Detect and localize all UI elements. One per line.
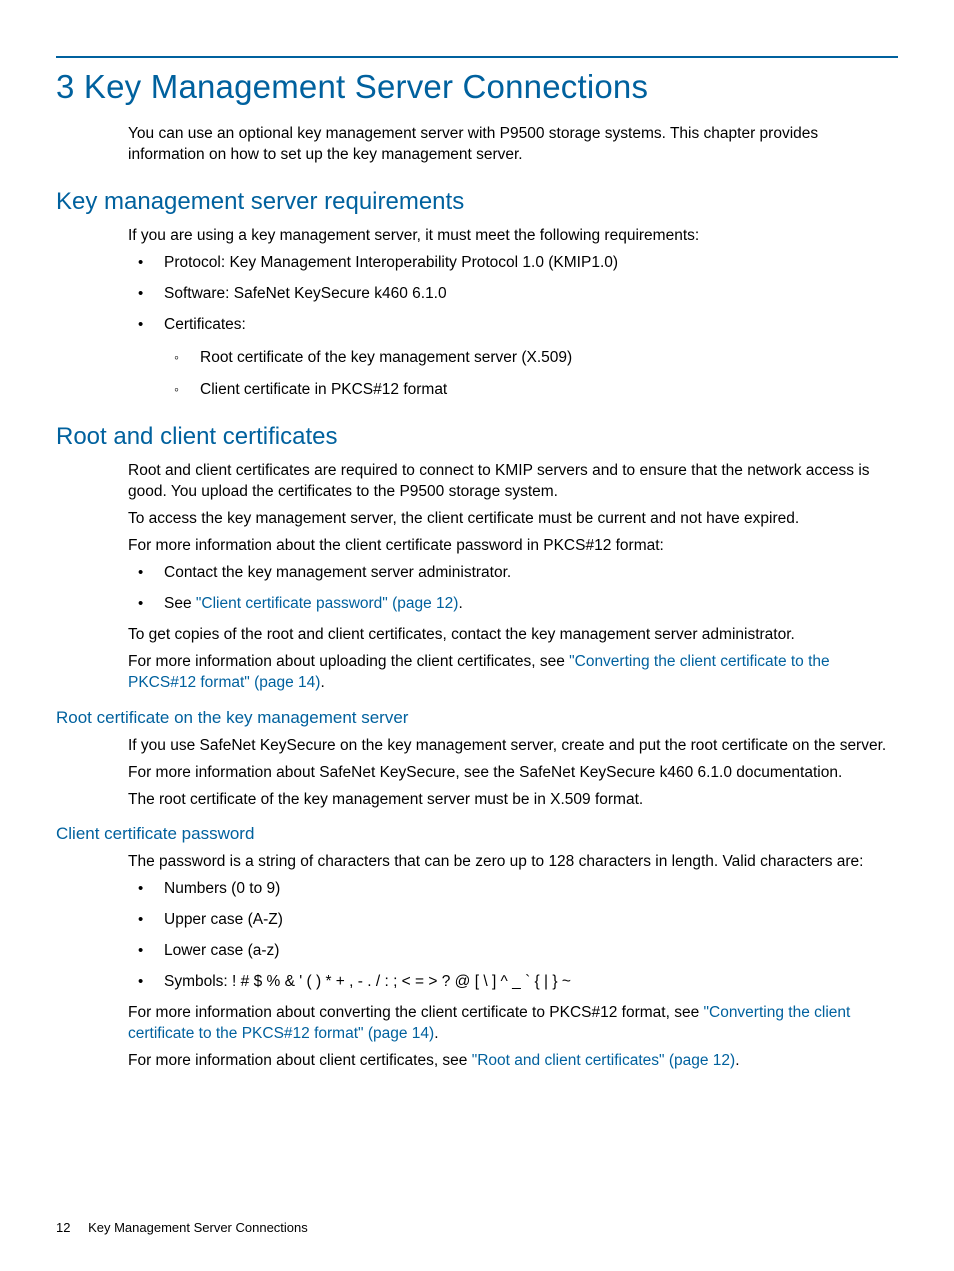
paragraph: The root certificate of the key manageme…	[128, 790, 894, 811]
list-item: Software: SafeNet KeySecure k460 6.1.0	[128, 284, 898, 305]
paragraph-text: For more information about converting th…	[128, 1004, 704, 1021]
list-item: Lower case (a-z)	[128, 941, 898, 962]
list-item-text: See	[164, 595, 196, 612]
list-item: Upper case (A-Z)	[128, 910, 898, 931]
list-item: Client certificate in PKCS#12 format	[164, 380, 898, 401]
paragraph: For more information about client certif…	[128, 1051, 894, 1072]
list-item-text: Certificates:	[164, 316, 246, 333]
page-footer: 12 Key Management Server Connections	[56, 1220, 308, 1235]
list-item: Symbols: ! # $ % & ' ( ) * + , - . / : ;…	[128, 972, 898, 993]
paragraph: For more information about converting th…	[128, 1003, 894, 1045]
list-item: See "Client certificate password" (page …	[128, 594, 898, 615]
list-item: Numbers (0 to 9)	[128, 879, 898, 900]
requirements-intro: If you are using a key management server…	[128, 226, 894, 247]
section-root-client-heading: Root and client certificates	[56, 423, 898, 451]
intro-paragraph: You can use an optional key management s…	[128, 124, 894, 166]
top-rule	[56, 56, 898, 58]
paragraph-text: For more information about uploading the…	[128, 653, 569, 670]
link-client-cert-password[interactable]: "Client certificate password" (page 12)	[196, 595, 459, 612]
paragraph: If you use SafeNet KeySecure on the key …	[128, 736, 894, 757]
list-item: Root certificate of the key management s…	[164, 348, 898, 369]
list-item: Certificates: Root certificate of the ke…	[128, 315, 898, 402]
paragraph: To access the key management server, the…	[128, 509, 894, 530]
list-item-text: .	[458, 595, 462, 612]
page-number: 12	[56, 1220, 70, 1235]
paragraph: The password is a string of characters t…	[128, 852, 894, 873]
paragraph: For more information about the client ce…	[128, 536, 894, 557]
password-chars-list: Numbers (0 to 9) Upper case (A-Z) Lower …	[128, 879, 898, 993]
link-root-client-certs[interactable]: "Root and client certificates" (page 12)	[472, 1052, 735, 1069]
subsection-client-password-heading: Client certificate password	[56, 824, 898, 844]
paragraph-text: .	[434, 1025, 438, 1042]
footer-title: Key Management Server Connections	[88, 1220, 308, 1235]
paragraph: To get copies of the root and client cer…	[128, 625, 894, 646]
paragraph-text: .	[320, 674, 324, 691]
paragraph: For more information about uploading the…	[128, 652, 894, 694]
chapter-title: 3 Key Management Server Connections	[56, 68, 898, 106]
certificates-sublist: Root certificate of the key management s…	[164, 348, 898, 402]
paragraph: For more information about SafeNet KeySe…	[128, 763, 894, 784]
subsection-root-cert-heading: Root certificate on the key management s…	[56, 708, 898, 728]
list-item: Contact the key management server admini…	[128, 563, 898, 584]
paragraph-text: .	[735, 1052, 739, 1069]
root-client-list: Contact the key management server admini…	[128, 563, 898, 615]
section-requirements-heading: Key management server requirements	[56, 188, 898, 216]
paragraph-text: For more information about client certif…	[128, 1052, 472, 1069]
paragraph: Root and client certificates are require…	[128, 461, 894, 503]
list-item: Protocol: Key Management Interoperabilit…	[128, 253, 898, 274]
requirements-list: Protocol: Key Management Interoperabilit…	[128, 253, 898, 402]
